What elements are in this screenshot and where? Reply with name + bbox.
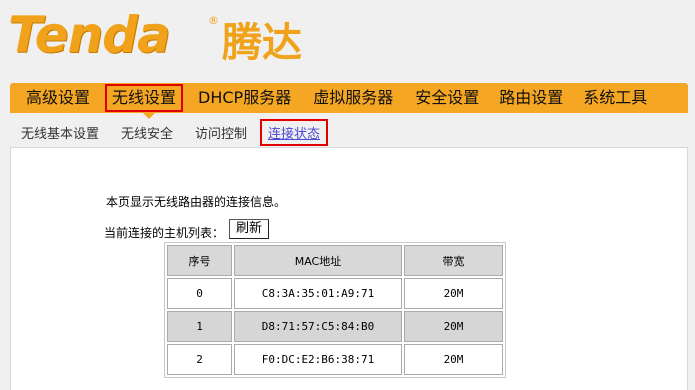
table-header-row: 序号 MAC地址 带宽 — [167, 245, 503, 276]
column-header-index: 序号 — [167, 245, 232, 276]
main-nav-virtual-server[interactable]: 虚拟服务器 — [307, 85, 399, 111]
cell-index: 1 — [167, 311, 232, 342]
main-nav-routing[interactable]: 路由设置 — [493, 85, 569, 111]
cell-mac: F0:DC:E2:B6:38:71 — [234, 344, 402, 375]
cell-mac: D8:71:57:C5:84:B0 — [234, 311, 402, 342]
cell-index: 0 — [167, 278, 232, 309]
column-header-bandwidth: 带宽 — [404, 245, 503, 276]
brand-logo-cn: 腾达 — [222, 20, 302, 66]
cell-bandwidth: 20M — [404, 278, 503, 309]
refresh-button[interactable]: 刷新 — [229, 219, 269, 239]
brand-logo-text: Tenda — [8, 6, 171, 64]
cell-bandwidth: 20M — [404, 311, 503, 342]
host-list-label: 当前连接的主机列表： — [104, 226, 225, 240]
cell-index: 2 — [167, 344, 232, 375]
table-row: 0 C8:3A:35:01:A9:71 20M — [167, 278, 503, 309]
table-row: 2 F0:DC:E2:B6:38:71 20M — [167, 344, 503, 375]
connected-hosts-table: 序号 MAC地址 带宽 0 C8:3A:35:01:A9:71 20M 1 D8… — [164, 242, 506, 378]
column-header-mac: MAC地址 — [234, 245, 402, 276]
page-description: 本页显示无线路由器的连接信息。 — [106, 195, 287, 209]
sub-nav-access-control[interactable]: 访问控制 — [184, 123, 258, 142]
main-nav-system-tools[interactable]: 系统工具 — [577, 85, 653, 111]
sub-nav-wireless-security[interactable]: 无线安全 — [110, 123, 184, 142]
main-nav: 高级设置 无线设置 DHCP服务器 虚拟服务器 安全设置 路由设置 系统工具 — [10, 83, 688, 113]
main-nav-security[interactable]: 安全设置 — [409, 85, 485, 111]
main-nav-advanced[interactable]: 高级设置 — [20, 85, 96, 111]
sub-nav-wireless-basic[interactable]: 无线基本设置 — [10, 123, 110, 142]
main-nav-wireless[interactable]: 无线设置 — [105, 84, 184, 112]
registered-mark: ® — [208, 14, 219, 27]
table-row: 1 D8:71:57:C5:84:B0 20M — [167, 311, 503, 342]
cell-bandwidth: 20M — [404, 344, 503, 375]
main-nav-dhcp[interactable]: DHCP服务器 — [192, 85, 297, 111]
sub-nav-connection-status[interactable]: 连接状态 — [260, 118, 329, 146]
cell-mac: C8:3A:35:01:A9:71 — [234, 278, 402, 309]
sub-nav: 无线基本设置 无线安全 访问控制 连接状态 — [10, 118, 688, 146]
header: Tenda ® 腾达 — [0, 0, 695, 80]
